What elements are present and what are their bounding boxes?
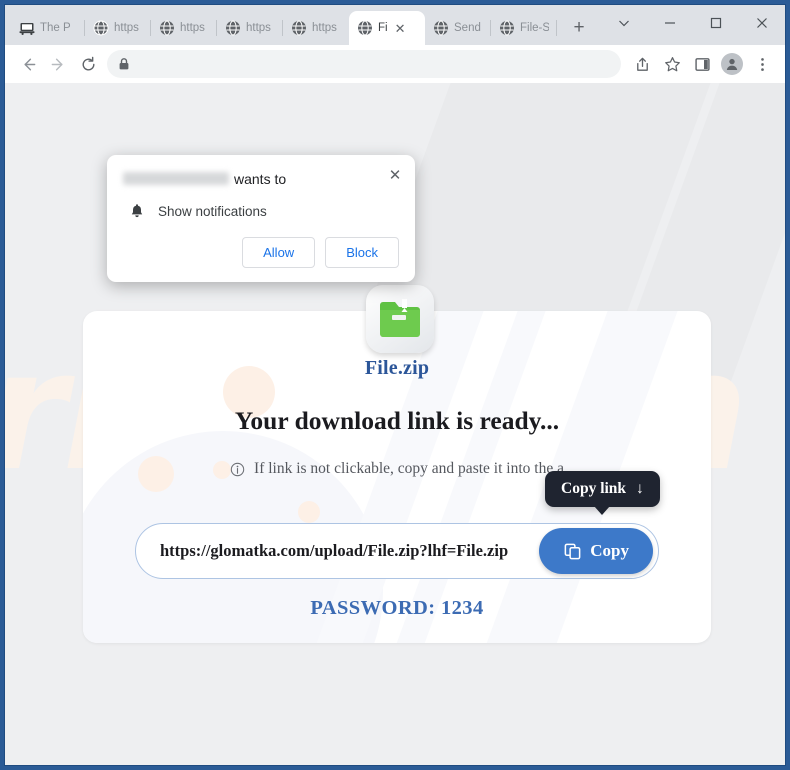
dialog-title: wants to — [123, 169, 399, 189]
bookmark-button[interactable] — [657, 49, 687, 79]
tab-file-zip-active[interactable]: Fi ✕ — [349, 11, 425, 45]
forward-button[interactable] — [43, 49, 73, 79]
tab-label: https — [312, 22, 337, 34]
bell-icon — [131, 204, 143, 218]
new-tab-button[interactable]: + — [565, 14, 593, 42]
back-arrow-icon — [23, 58, 35, 70]
dialog-close-button[interactable]: ✕ — [385, 165, 405, 185]
tab-label: Fi — [378, 22, 388, 34]
maximize-icon — [710, 17, 722, 29]
person-icon — [726, 58, 738, 70]
permission-request-label: Show notifications — [158, 203, 267, 219]
globe-icon — [160, 20, 174, 36]
reload-button[interactable] — [73, 49, 103, 79]
tab-strip: The P https https https https Fi ✕ Send … — [5, 5, 785, 45]
allow-button[interactable]: Allow — [242, 237, 316, 268]
tab-https-4[interactable]: https — [283, 11, 349, 45]
notification-permission-dialog: ✕ wants to Show notifications Allow Bloc… — [107, 155, 415, 282]
tab-label: https — [246, 22, 271, 34]
download-link-row[interactable]: https://glomatka.com/upload/File.zip?lhf… — [135, 523, 659, 579]
globe-icon — [358, 20, 372, 36]
copy-button-label: Copy — [590, 541, 629, 560]
copy-link-tooltip: Copy link ↓ — [545, 471, 660, 515]
copy-icon — [564, 543, 581, 559]
profile-avatar — [721, 53, 743, 75]
tooltip-label: Copy link — [561, 480, 627, 497]
reload-icon — [82, 56, 94, 70]
block-button[interactable]: Block — [325, 237, 399, 268]
window-controls — [601, 5, 785, 41]
browser-window: The P https https https https Fi ✕ Send … — [4, 4, 786, 766]
tab-label: https — [180, 22, 205, 34]
share-icon — [636, 57, 648, 71]
globe-icon — [93, 20, 109, 36]
minimize-all-button[interactable] — [601, 6, 647, 40]
tab-label: Send — [454, 22, 481, 34]
share-button[interactable] — [627, 49, 657, 79]
device-icon — [19, 23, 35, 35]
globe-icon — [292, 20, 306, 36]
chrome-menu-button[interactable] — [747, 49, 777, 79]
close-icon — [757, 18, 767, 28]
hint-text: If link is not clickable, copy and paste… — [254, 460, 564, 477]
info-icon — [230, 462, 245, 476]
password-label: PASSWORD: 1234 — [310, 597, 484, 619]
download-url-text: https://glomatka.com/upload/File.zip?lhf… — [160, 541, 509, 560]
tab-label: File-S — [520, 22, 549, 34]
star-icon — [664, 56, 680, 71]
tab-close-icon[interactable]: ✕ — [395, 22, 406, 35]
minimize-button[interactable] — [647, 6, 693, 40]
toolbar-right-actions — [627, 49, 777, 79]
tab-label: The P — [40, 22, 71, 34]
dialog-title-suffix: wants to — [234, 171, 287, 187]
down-arrow-icon: ↓ — [636, 480, 644, 497]
page-headline: Your download link is ready... — [234, 406, 560, 435]
close-window-button[interactable] — [739, 6, 785, 40]
page-viewport: risk.com File.zip Yo — [5, 83, 785, 765]
globe-icon — [434, 20, 448, 36]
profile-button[interactable] — [717, 49, 747, 79]
three-dot-menu-icon — [760, 57, 764, 71]
dialog-actions: Allow Block — [123, 237, 399, 272]
forward-arrow-icon — [51, 58, 63, 70]
zip-folder-glyph — [380, 299, 420, 337]
globe-icon — [500, 20, 514, 36]
tab-file-s[interactable]: File-S — [491, 11, 557, 45]
permission-request-row: Show notifications — [123, 203, 399, 219]
back-button[interactable] — [13, 49, 43, 79]
tab-https-3[interactable]: https — [217, 11, 283, 45]
minimize-icon — [665, 22, 675, 24]
lock-icon — [119, 58, 129, 70]
copy-button[interactable]: Copy — [539, 528, 653, 574]
tab-https-2[interactable]: https — [151, 11, 217, 45]
maximize-button[interactable] — [693, 6, 739, 40]
address-bar[interactable] — [107, 50, 621, 78]
globe-icon — [226, 20, 240, 36]
tab-send[interactable]: Send — [425, 11, 491, 45]
card-dot-4 — [298, 501, 320, 523]
tab-the-p[interactable]: The P — [11, 11, 85, 45]
tab-https-1[interactable]: https — [85, 11, 151, 45]
side-panel-icon — [694, 57, 710, 71]
redacted-hostname — [123, 172, 229, 185]
zip-folder-icon — [366, 285, 434, 353]
chevron-down-icon — [619, 20, 629, 27]
file-name-label: File.zip — [364, 357, 430, 379]
tab-label: https — [114, 22, 139, 34]
site-info-button[interactable] — [111, 51, 137, 77]
browser-toolbar — [5, 45, 785, 83]
side-panel-button[interactable] — [687, 49, 717, 79]
